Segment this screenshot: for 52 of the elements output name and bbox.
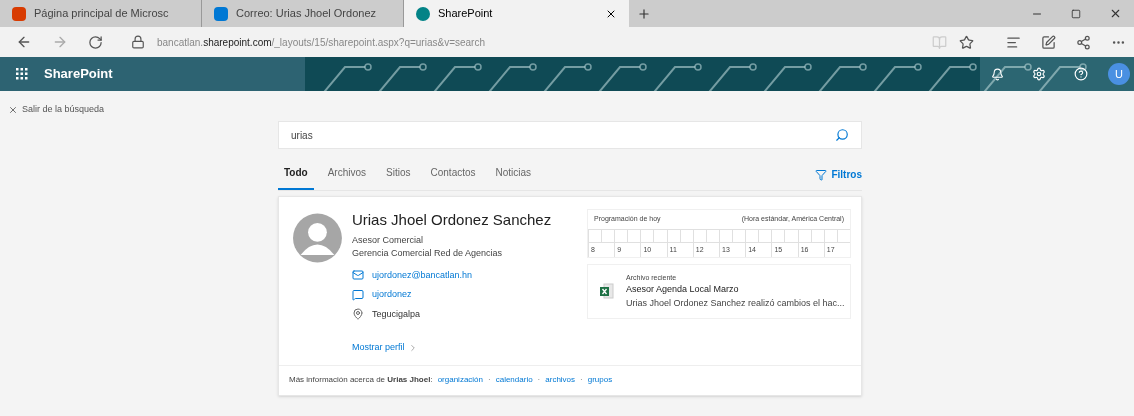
outlook-icon	[214, 6, 228, 21]
app-launcher-icon[interactable]	[16, 68, 28, 80]
close-icon[interactable]	[1109, 7, 1122, 20]
contact-link[interactable]: ujordonez	[371, 288, 412, 302]
hub-icon[interactable]	[1006, 34, 1021, 50]
restore-icon[interactable]	[1071, 8, 1081, 19]
show-profile-link[interactable]: Mostrar perfil	[351, 341, 405, 355]
info-link[interactable]: grupos	[587, 374, 613, 386]
location-pin-icon	[351, 308, 364, 321]
avatar-silhouette	[293, 212, 342, 264]
mail-icon	[351, 269, 364, 282]
star-icon[interactable]	[959, 34, 974, 50]
info-link[interactable]: archivos	[545, 374, 576, 386]
search-tab[interactable]: Archivos	[321, 165, 373, 190]
browser-tab[interactable]: SharePoint	[404, 0, 629, 27]
app-name[interactable]: SharePoint	[44, 64, 113, 84]
separator-dot: ·	[537, 374, 541, 386]
file-name: Asesor Agenda Local Marzo	[626, 283, 740, 296]
new-tab-icon[interactable]	[637, 6, 651, 21]
more-info-text: Más información acerca de Urias Jhoel:	[289, 374, 433, 386]
job-title: Asesor Comercial	[351, 233, 424, 247]
share-icon[interactable]	[1076, 34, 1091, 50]
lock-icon	[131, 35, 145, 49]
search-tab[interactable]: Todo	[278, 165, 314, 190]
department: Gerencia Comercial Red de Agencias	[351, 247, 503, 260]
chat-icon	[351, 288, 364, 301]
settings-icon[interactable]	[1032, 67, 1046, 81]
help-icon[interactable]	[1074, 67, 1088, 81]
search-icon[interactable]	[835, 128, 849, 142]
file-activity: Urias Jhoel Ordonez Sanchez realizó cambios el hac...	[626, 296, 845, 310]
office-icon	[12, 6, 26, 21]
info-link[interactable]: organización	[437, 374, 483, 386]
search-tab[interactable]: Sitios	[380, 165, 417, 190]
address-bar[interactable]: bancatlan.sharepoint.com/_layouts/15/sharepoint.aspx?q=urias&v=search	[157, 34, 485, 50]
contact-link[interactable]: ujordonez@bancatlan.hn	[371, 268, 473, 282]
bell-icon[interactable]	[991, 67, 1004, 81]
separator-dot: ·	[488, 374, 491, 386]
spreadsheet-icon	[600, 283, 614, 300]
search-field[interactable]: urias	[278, 121, 862, 149]
search-tab[interactable]: Noticias	[489, 165, 538, 190]
filter-icon[interactable]	[815, 168, 828, 181]
note-icon[interactable]	[1041, 34, 1056, 50]
separator-dot: ·	[580, 374, 583, 386]
filters-button[interactable]: Filtros	[831, 167, 862, 182]
sharepoint-icon	[416, 6, 430, 21]
info-link[interactable]: calendario	[495, 374, 533, 386]
location-text: Tegucigalpa	[371, 307, 420, 321]
person-name: Urias Jhoel Ordonez Sanchez	[351, 210, 553, 230]
exit-search-link[interactable]: Salir de la búsqueda	[22, 103, 105, 117]
refresh-icon[interactable]	[88, 34, 103, 50]
back-icon[interactable]	[16, 34, 32, 50]
search-tab[interactable]: Contactos	[424, 165, 482, 190]
